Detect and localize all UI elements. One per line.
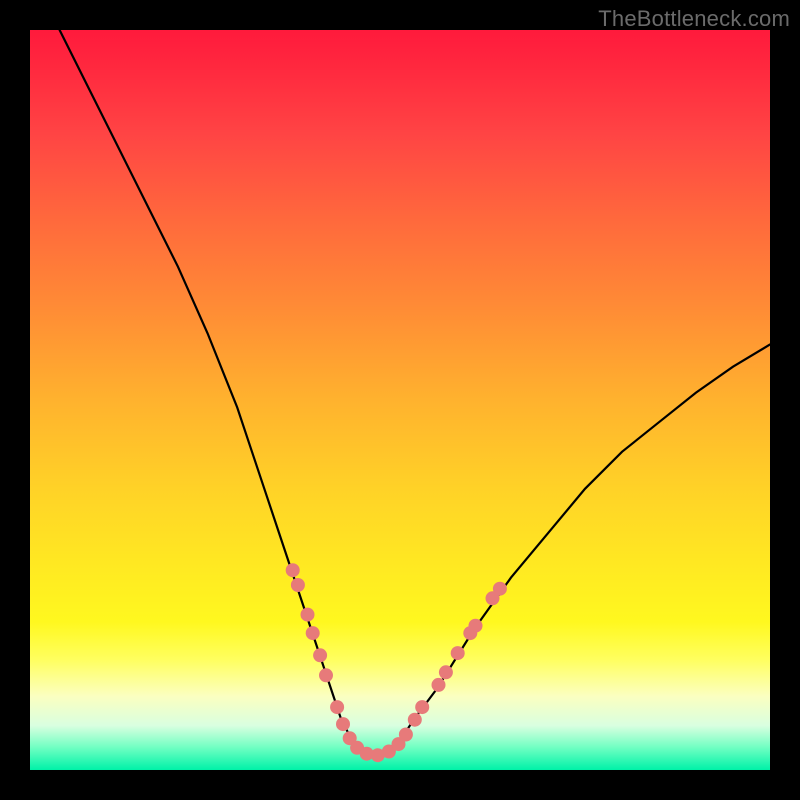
curve-marker	[451, 646, 465, 660]
curve-marker	[415, 700, 429, 714]
watermark-text: TheBottleneck.com	[598, 6, 790, 32]
curve-marker	[286, 563, 300, 577]
curve-marker	[408, 713, 422, 727]
curve-marker	[291, 578, 305, 592]
chart-plot-area	[30, 30, 770, 770]
curve-marker	[313, 648, 327, 662]
curve-marker	[439, 665, 453, 679]
curve-marker	[319, 668, 333, 682]
curve-marker	[336, 717, 350, 731]
curve-marker	[493, 582, 507, 596]
curve-marker	[330, 700, 344, 714]
curve-marker	[432, 678, 446, 692]
curve-marker	[469, 619, 483, 633]
bottleneck-curve	[60, 30, 770, 755]
curve-marker	[306, 626, 320, 640]
curve-markers	[286, 563, 507, 762]
bottleneck-curve-svg	[30, 30, 770, 770]
curve-marker	[399, 728, 413, 742]
curve-marker	[301, 608, 315, 622]
